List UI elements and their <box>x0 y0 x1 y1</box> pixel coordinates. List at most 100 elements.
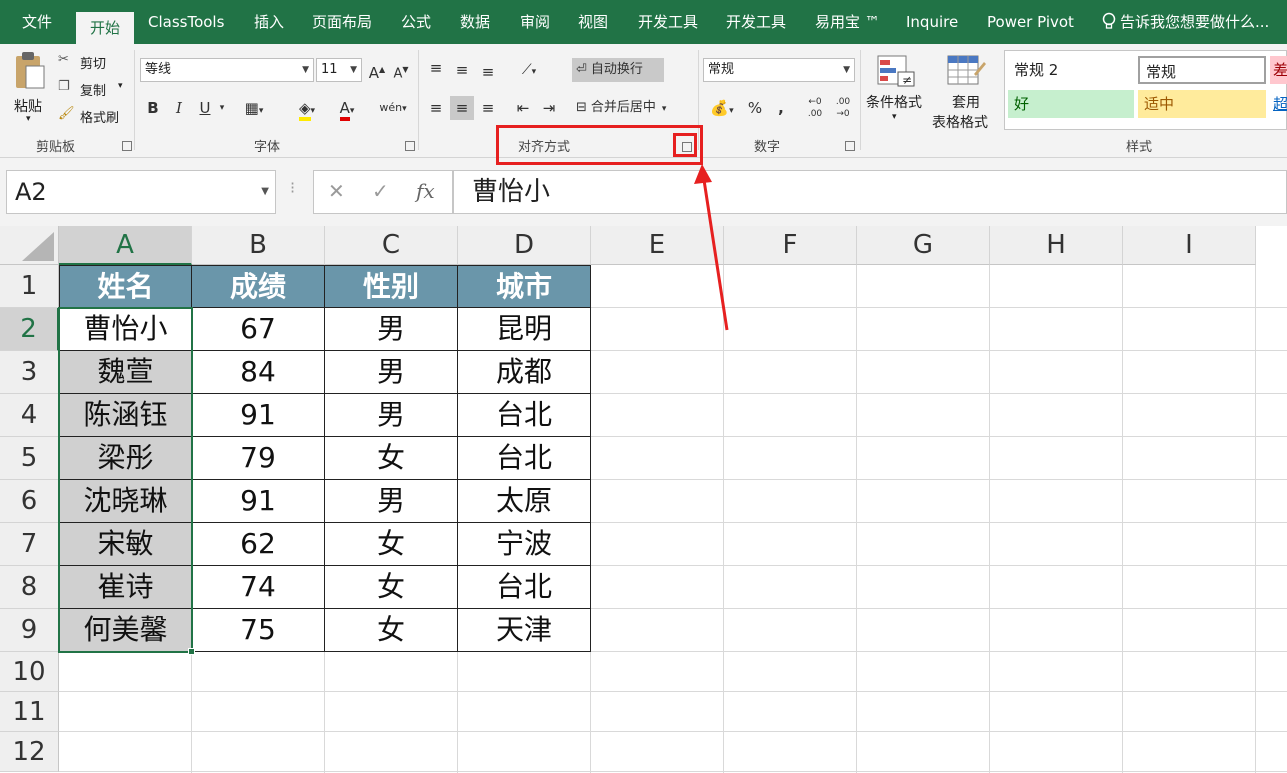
currency-icon[interactable]: 💰▾ <box>704 96 740 120</box>
font-name-combo[interactable]: 等线 ▼ <box>140 58 314 82</box>
wrap-text-button[interactable]: ⏎ 自动换行 <box>572 58 664 82</box>
orientation-icon[interactable]: ⟋▾ <box>512 58 546 82</box>
tab-power-pivot[interactable]: Power Pivot <box>987 0 1074 44</box>
tab-classtools[interactable]: ClassTools <box>148 0 224 44</box>
column-header-d[interactable]: D <box>458 226 591 265</box>
column-header-a[interactable]: A <box>59 226 192 265</box>
column-header-c[interactable]: C <box>325 226 458 265</box>
table-cell[interactable]: 女 <box>325 609 458 652</box>
table-cell[interactable]: 84 <box>192 351 325 394</box>
table-cell[interactable]: 女 <box>325 566 458 609</box>
grow-font-icon[interactable]: A▲ <box>368 58 386 82</box>
font-color-icon[interactable]: A▾ <box>332 96 362 121</box>
table-cell[interactable]: 79 <box>192 437 325 480</box>
table-header-cell[interactable]: 性别 <box>325 265 458 308</box>
bold-button[interactable]: B <box>144 96 162 120</box>
tab-file[interactable]: 文件 <box>22 0 52 44</box>
cancel-icon[interactable]: ✕ <box>328 179 345 203</box>
select-all-corner[interactable] <box>0 226 59 265</box>
align-top-icon[interactable]: ≡ <box>426 56 446 80</box>
comma-button[interactable]: , <box>772 96 790 120</box>
table-cell[interactable]: 太原 <box>458 480 591 523</box>
table-cell[interactable]: 75 <box>192 609 325 652</box>
row-header-5[interactable]: 5 <box>0 437 59 480</box>
column-header-f[interactable]: F <box>724 226 857 265</box>
table-cell[interactable]: 天津 <box>458 609 591 652</box>
table-cell[interactable]: 台北 <box>458 394 591 437</box>
conditional-formatting-button[interactable]: ≠ 条件格式 ▾ <box>864 52 928 132</box>
decrease-indent-icon[interactable]: ⇤ <box>512 96 534 120</box>
table-cell[interactable]: 62 <box>192 523 325 566</box>
style-normal[interactable]: 常规 <box>1138 56 1266 84</box>
row-header-11[interactable]: 11 <box>0 692 59 732</box>
insert-function-icon[interactable]: fx <box>416 179 435 203</box>
merge-center-button[interactable]: ⊟ 合并后居中 ▾ <box>572 96 692 120</box>
paste-button[interactable]: 粘贴 ▾ <box>8 50 52 124</box>
name-box[interactable]: A2 ▼ <box>6 170 276 214</box>
tab-easy[interactable]: 易用宝 ™ <box>815 0 880 44</box>
tab-insert[interactable]: 插入 <box>254 0 284 44</box>
row-header-12[interactable]: 12 <box>0 732 59 772</box>
format-painter-button[interactable]: 🖌 格式刷 <box>58 106 130 126</box>
tab-developer[interactable]: 开发工具 <box>638 0 698 44</box>
table-cell[interactable]: 女 <box>325 523 458 566</box>
clipboard-launcher-icon[interactable]: . <box>122 141 132 151</box>
style-normal-2[interactable]: 常规 2 <box>1008 56 1134 84</box>
chevron-down-icon[interactable]: ▾ <box>216 96 228 120</box>
table-cell[interactable]: 男 <box>325 308 458 351</box>
cut-button[interactable]: ✂ 剪切 <box>58 52 128 72</box>
borders-icon[interactable]: ▦▾ <box>240 96 268 120</box>
row-header-4[interactable]: 4 <box>0 394 59 437</box>
table-cell[interactable]: 宁波 <box>458 523 591 566</box>
table-cell[interactable]: 男 <box>325 480 458 523</box>
table-cell[interactable]: 男 <box>325 394 458 437</box>
tab-view[interactable]: 视图 <box>578 0 608 44</box>
align-right-icon[interactable]: ≡ <box>478 96 498 120</box>
column-header-g[interactable]: G <box>857 226 990 265</box>
tab-data[interactable]: 数据 <box>460 0 490 44</box>
percent-button[interactable]: % <box>744 96 766 120</box>
row-header-10[interactable]: 10 <box>0 652 59 692</box>
increase-decimal-icon[interactable]: ←0.00 <box>804 96 826 120</box>
row-header-2[interactable]: 2 <box>0 308 59 351</box>
style-hyperlink[interactable]: 超 <box>1270 90 1287 118</box>
table-cell[interactable]: 91 <box>192 394 325 437</box>
table-cell[interactable]: 女 <box>325 437 458 480</box>
tab-page-layout[interactable]: 页面布局 <box>312 0 372 44</box>
table-cell[interactable]: 昆明 <box>458 308 591 351</box>
decrease-decimal-icon[interactable]: .00 →0 <box>832 96 854 120</box>
fill-handle[interactable] <box>188 648 195 655</box>
table-header-cell[interactable]: 成绩 <box>192 265 325 308</box>
tab-developer-2[interactable]: 开发工具 <box>726 0 786 44</box>
table-cell[interactable]: 男 <box>325 351 458 394</box>
align-middle-icon[interactable]: ≡ <box>452 58 472 82</box>
align-center-icon[interactable]: ≡ <box>450 96 474 120</box>
style-neutral[interactable]: 适中 <box>1138 90 1266 118</box>
tab-review[interactable]: 审阅 <box>520 0 550 44</box>
column-header-h[interactable]: H <box>990 226 1123 265</box>
row-header-1[interactable]: 1 <box>0 265 59 308</box>
column-header-b[interactable]: B <box>192 226 325 265</box>
row-header-7[interactable]: 7 <box>0 523 59 566</box>
table-cell[interactable]: 74 <box>192 566 325 609</box>
table-header-cell[interactable]: 城市 <box>458 265 591 308</box>
table-cell[interactable]: 67 <box>192 308 325 351</box>
enter-icon[interactable]: ✓ <box>372 179 389 203</box>
tell-me-box[interactable]: 告诉我您想要做什么... <box>1102 0 1269 44</box>
format-as-table-button[interactable]: 套用 表格格式 <box>930 52 1002 132</box>
increase-indent-icon[interactable]: ⇥ <box>538 96 560 120</box>
row-header-6[interactable]: 6 <box>0 480 59 523</box>
align-bottom-icon[interactable]: ≡ <box>478 60 498 84</box>
table-header-cell[interactable]: 姓名 <box>59 265 192 308</box>
style-good[interactable]: 好 <box>1008 90 1134 118</box>
shrink-font-icon[interactable]: A▼ <box>392 58 410 82</box>
number-launcher-icon[interactable]: . <box>845 141 855 151</box>
formula-input[interactable]: 曹怡小 <box>453 170 1287 214</box>
underline-button[interactable]: U <box>196 96 214 120</box>
column-header-i[interactable]: I <box>1123 226 1256 265</box>
table-cell[interactable]: 91 <box>192 480 325 523</box>
table-cell[interactable]: 台北 <box>458 437 591 480</box>
table-cell[interactable]: 台北 <box>458 566 591 609</box>
align-left-icon[interactable]: ≡ <box>426 96 446 120</box>
tab-inquire[interactable]: Inquire <box>906 0 958 44</box>
